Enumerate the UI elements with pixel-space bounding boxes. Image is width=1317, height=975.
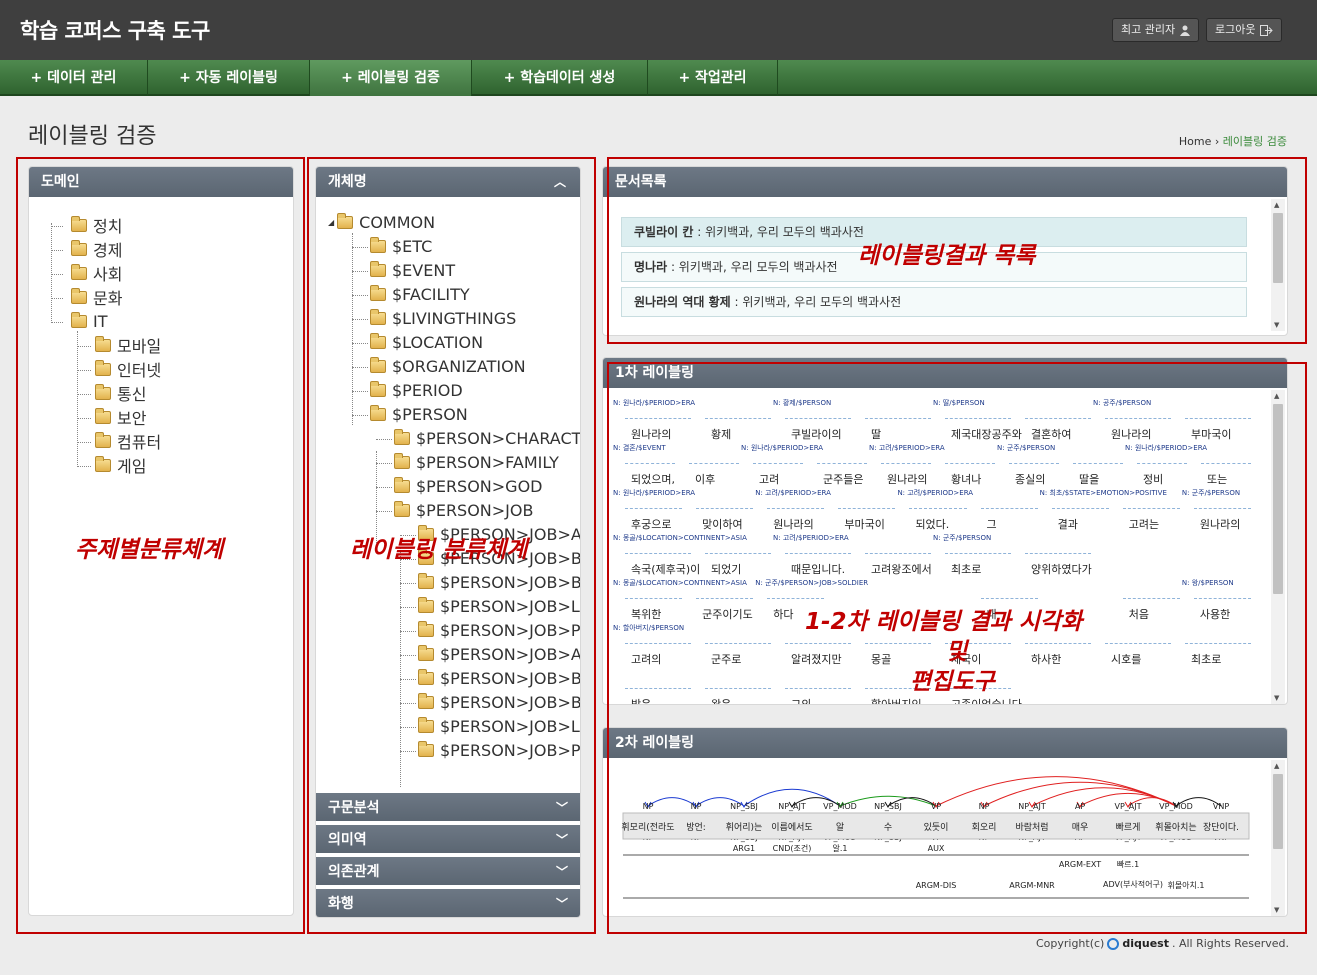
- nav-data-management[interactable]: + 데이터 관리: [0, 60, 148, 96]
- logout-icon: [1260, 24, 1274, 36]
- annotation-visual-3: 편집도구: [910, 669, 995, 695]
- nav-auto-labeling[interactable]: + 자동 레이블링: [148, 60, 310, 96]
- footer: Copyright(c) diquest . All Rights Reserv…: [1036, 937, 1289, 950]
- nav-job-management[interactable]: + 작업관리: [648, 60, 778, 96]
- footer-copyright: Copyright(c): [1035, 937, 1105, 950]
- breadcrumb-current: 레이블링 검증: [1222, 135, 1287, 148]
- main-nav: + 데이터 관리 + 자동 레이블링 + 레이블링 검증 + 학습데이터 생성 …: [0, 60, 1317, 96]
- footer-brand: diquest: [1122, 937, 1169, 950]
- page-title: 레이블링 검증: [28, 124, 157, 149]
- user-label: 최고 관리자: [1121, 23, 1176, 36]
- logout-label: 로그아웃: [1215, 23, 1256, 36]
- footer-rights: . All Rights Reserved.: [1171, 937, 1289, 950]
- breadcrumb-home[interactable]: Home: [1179, 135, 1211, 148]
- nav-label-verification[interactable]: + 레이블링 검증: [310, 60, 472, 96]
- user-icon: [1180, 25, 1191, 36]
- annotation-entity: 레이블링 분류체계: [350, 537, 528, 563]
- nav-training-data[interactable]: + 학습데이터 생성: [472, 60, 648, 96]
- annotation-visual-1: 1-2차 레이블링 결과 시각화: [805, 609, 1083, 635]
- diquest-logo-icon: [1107, 937, 1120, 950]
- breadcrumb: Home › 레이블링 검증: [1179, 133, 1287, 149]
- annotation-doc: 레이블링결과 목록: [858, 243, 1036, 269]
- annotation-domain: 주제별분류체계: [75, 537, 224, 563]
- user-button[interactable]: 최고 관리자: [1112, 18, 1200, 42]
- app-title: 학습 코퍼스 구축 도구: [20, 19, 210, 43]
- breadcrumb-sep-icon: ›: [1214, 135, 1223, 148]
- app-header: 학습 코퍼스 구축 도구 최고 관리자 로그아웃: [0, 0, 1317, 60]
- logout-button[interactable]: 로그아웃: [1206, 18, 1283, 42]
- annotation-visual-2: 및: [946, 639, 968, 665]
